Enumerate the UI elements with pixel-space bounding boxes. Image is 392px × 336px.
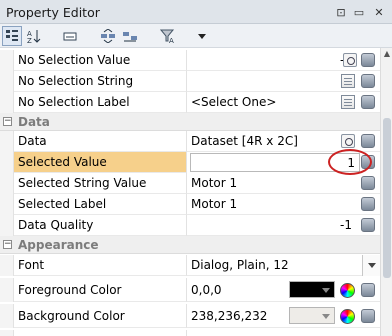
category-label: Data bbox=[18, 115, 50, 129]
database-binding-icon[interactable] bbox=[361, 74, 375, 88]
property-name: Data Quality bbox=[14, 215, 187, 236]
property-row[interactable]: Selected String Value Motor 1 bbox=[0, 173, 380, 194]
database-binding-icon[interactable] bbox=[361, 218, 375, 232]
database-binding-icon[interactable] bbox=[361, 134, 375, 148]
category-appearance[interactable]: − Appearance bbox=[0, 236, 380, 254]
property-row[interactable]: Selected Label Motor 1 bbox=[0, 194, 380, 215]
chevron-down-icon bbox=[322, 314, 330, 319]
property-name: Selected Value bbox=[14, 152, 187, 173]
database-binding-icon[interactable] bbox=[361, 176, 375, 190]
category-data[interactable]: − Data bbox=[0, 113, 380, 131]
property-row[interactable]: Font Dialog, Plain, 12 bbox=[0, 255, 380, 276]
string-editor-icon[interactable] bbox=[341, 95, 355, 109]
svg-text:Z: Z bbox=[27, 37, 32, 43]
database-binding-icon[interactable] bbox=[361, 309, 375, 323]
property-name: No Selection Label bbox=[14, 92, 187, 113]
property-value[interactable]: Motor 1 bbox=[187, 173, 380, 194]
property-name: No Selection String bbox=[14, 71, 187, 92]
color-swatch[interactable] bbox=[289, 307, 335, 324]
keyboard-icon[interactable] bbox=[60, 26, 80, 46]
svg-text:A: A bbox=[169, 37, 174, 44]
property-row[interactable]: Background Color 238,236,232 bbox=[0, 304, 380, 328]
dataset-editor-icon[interactable] bbox=[341, 134, 355, 148]
property-toolbar: AZ A bbox=[0, 24, 392, 48]
scroll-thumb[interactable] bbox=[383, 118, 391, 278]
color-swatch[interactable] bbox=[289, 281, 335, 298]
property-row-selected[interactable]: Selected Value 1 bbox=[0, 149, 380, 175]
category-label: Appearance bbox=[18, 238, 99, 252]
minimize-icon[interactable]: ▭ bbox=[352, 5, 366, 19]
property-name: Font bbox=[14, 255, 187, 276]
scroll-up-icon[interactable]: ▲ bbox=[383, 50, 391, 58]
property-name: Selected String Value bbox=[14, 173, 187, 194]
close-icon[interactable]: ✕ bbox=[372, 5, 386, 19]
vertical-scrollbar[interactable]: ▲ bbox=[380, 48, 392, 336]
property-row[interactable]: Data Quality -1 bbox=[0, 215, 380, 236]
database-binding-icon[interactable] bbox=[361, 197, 375, 211]
sort-alpha-icon[interactable]: AZ bbox=[24, 26, 44, 46]
database-binding-icon[interactable] bbox=[361, 53, 375, 67]
property-row[interactable]: No Selection Label <Select One> bbox=[0, 92, 380, 113]
filter-icon[interactable]: A bbox=[158, 26, 178, 46]
property-row[interactable]: No Selection String bbox=[0, 71, 380, 92]
property-name: Background Color bbox=[14, 304, 187, 328]
property-value[interactable]: Motor 1 bbox=[187, 194, 380, 215]
property-row-partial[interactable] bbox=[0, 330, 380, 336]
categorized-view-icon[interactable] bbox=[2, 26, 22, 46]
font-combo[interactable]: Dialog, Plain, 12 bbox=[187, 255, 380, 276]
color-wheel-icon[interactable] bbox=[340, 309, 355, 324]
chevron-down-icon[interactable] bbox=[362, 255, 380, 276]
property-value[interactable]: -1 bbox=[187, 215, 380, 236]
property-row[interactable]: No Selection Value -1 bbox=[0, 50, 380, 71]
property-row[interactable]: Foreground Color 0,0,0 bbox=[0, 278, 380, 302]
color-wheel-icon[interactable] bbox=[340, 283, 355, 298]
database-binding-icon[interactable] bbox=[361, 283, 375, 297]
spinner-button[interactable] bbox=[343, 53, 357, 67]
collapse-icon[interactable]: − bbox=[3, 117, 12, 126]
title-bar: Property Editor ⊡ ▭ ✕ bbox=[0, 0, 392, 24]
property-name: Selected Label bbox=[14, 194, 187, 215]
collapse-icon[interactable]: − bbox=[3, 240, 12, 249]
property-row[interactable]: Data Dataset [4R x 2C] bbox=[0, 131, 380, 152]
pin-icon[interactable]: ⊡ bbox=[334, 5, 348, 19]
dropdown-icon[interactable] bbox=[192, 26, 212, 46]
property-name: Data bbox=[14, 131, 187, 152]
property-value-text: -1 bbox=[340, 218, 352, 232]
property-grid: No Selection Value -1 No Selection Strin… bbox=[0, 48, 380, 336]
property-name: No Selection Value bbox=[14, 50, 187, 71]
collapse-all-icon[interactable] bbox=[120, 26, 140, 46]
chevron-down-icon bbox=[322, 288, 330, 293]
panel-title: Property Editor bbox=[6, 5, 100, 20]
highlight-annotation bbox=[328, 149, 372, 175]
expand-all-icon[interactable] bbox=[98, 26, 118, 46]
property-name: Foreground Color bbox=[14, 278, 187, 302]
string-editor-icon[interactable] bbox=[341, 74, 355, 88]
database-binding-icon[interactable] bbox=[361, 95, 375, 109]
